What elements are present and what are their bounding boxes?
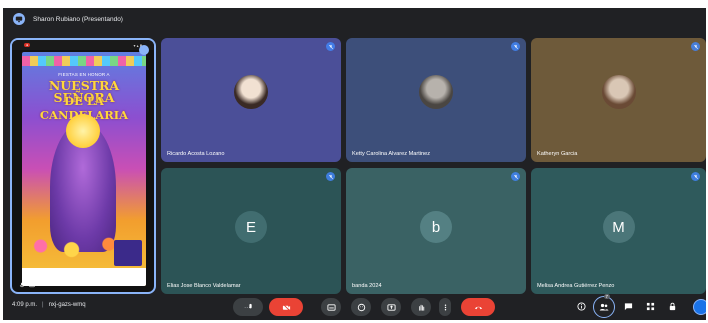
bottom-toolbar: 4:09 p.m. | nxj-gazs-wmq ⋯ 7: [3, 294, 706, 320]
clock: 4:09 p.m.: [12, 302, 38, 308]
presentation-tile[interactable]: ● ▾ ▴ ▮ FIESTAS EN HONOR A NUESTRA SEÑOR…: [10, 38, 156, 294]
lock-person-icon: [669, 302, 676, 311]
phone-status-bar: ● ▾ ▴ ▮: [12, 40, 154, 50]
chat-button[interactable]: [623, 301, 634, 312]
mic-muted-icon: [511, 172, 520, 181]
end-call-button[interactable]: [461, 298, 495, 316]
host-controls-button[interactable]: [667, 301, 678, 312]
poster-garland: [22, 56, 146, 66]
presenting-label: Sharon Rubiano (Presentando): [33, 15, 123, 23]
present-screen-icon: [29, 282, 35, 288]
participant-avatar: [601, 75, 636, 109]
account-avatar[interactable]: [693, 299, 706, 315]
poster-halo: [66, 114, 100, 148]
meeting-details-button[interactable]: [576, 301, 587, 312]
emoji-icon: [357, 303, 365, 311]
mic-icon: ⋯: [244, 303, 252, 311]
hand-icon: [418, 304, 424, 311]
more-vert-icon: [444, 304, 446, 310]
people-button[interactable]: [593, 296, 615, 318]
participant-avatar: E: [235, 211, 267, 243]
presenting-icon: [13, 13, 25, 25]
present-button[interactable]: [381, 298, 401, 316]
screen: Sharon Rubiano (Presentando) ● ▾ ▴ ▮ FIE…: [0, 0, 708, 323]
participant-tile[interactable]: Ricardo Acosta Lozano: [161, 38, 341, 162]
participant-tile[interactable]: Ketty Carolina Alvarez Martinez: [346, 38, 526, 162]
activities-button[interactable]: [645, 301, 656, 312]
captions-icon: [326, 303, 336, 311]
camera-off-icon: [282, 303, 290, 311]
more-options-button[interactable]: [439, 298, 451, 316]
presentation-options-icon[interactable]: [139, 45, 149, 55]
participant-name: Ricardo Acosta Lozano: [167, 151, 225, 157]
mic-muted-icon: [326, 172, 335, 181]
participant-avatar: M: [602, 211, 635, 243]
participant-tile[interactable]: b banda 2024: [346, 168, 526, 294]
phone-hangup-icon: [474, 306, 482, 309]
present-icon: [386, 303, 396, 311]
info-icon: [577, 302, 586, 311]
raise-hand-button[interactable]: [411, 298, 431, 316]
captions-button[interactable]: [321, 298, 341, 316]
participant-tile[interactable]: E Elias Jose Blanco Valdelamar: [161, 168, 341, 294]
info-separator: |: [42, 302, 44, 308]
participant-name: Melisa Andrea Gutiérrez Penzo: [537, 283, 615, 289]
mic-button[interactable]: ⋯: [233, 298, 263, 316]
meet-window: Sharon Rubiano (Presentando) ● ▾ ▴ ▮ FIE…: [3, 8, 706, 320]
participant-count-badge: 7: [604, 294, 610, 299]
presenter-label-row: Sharon Rubiano: [19, 282, 79, 288]
participant-name: banda 2024: [352, 283, 382, 289]
reactions-button[interactable]: [351, 298, 371, 316]
mic-icon: [19, 282, 25, 288]
mic-muted-icon: [691, 42, 700, 51]
participant-name: Elias Jose Blanco Valdelamar: [167, 283, 241, 289]
poster-line1: FIESTAS EN HONOR A: [58, 72, 110, 77]
poster-image: FIESTAS EN HONOR A NUESTRA SEÑORA DE LA …: [22, 52, 146, 286]
mic-muted-icon: [511, 42, 520, 51]
poster-logo-box: [114, 240, 142, 266]
people-icon: [599, 303, 609, 311]
participant-name: Katheryn Garcia: [537, 151, 578, 157]
presenting-bar: Sharon Rubiano (Presentando): [3, 8, 706, 30]
presenter-name: Sharon Rubiano: [39, 282, 80, 288]
meeting-info: 4:09 p.m. | nxj-gazs-wmq: [12, 302, 86, 308]
participant-tile[interactable]: M Melisa Andrea Gutiérrez Penzo: [531, 168, 706, 294]
chat-icon: [624, 303, 633, 311]
participant-avatar: b: [420, 211, 452, 243]
participant-avatar: [234, 75, 268, 109]
mic-muted-icon: [326, 42, 335, 51]
mic-muted-icon: [691, 172, 700, 181]
svg-text:⋯: ⋯: [244, 304, 250, 311]
participant-name: Ketty Carolina Alvarez Martinez: [352, 151, 431, 157]
meeting-code: nxj-gazs-wmq: [48, 302, 86, 308]
recording-indicator: ●: [24, 43, 31, 47]
participant-tile[interactable]: Katheryn Garcia: [531, 38, 706, 162]
participant-avatar: [419, 75, 453, 109]
camera-off-button[interactable]: [269, 298, 303, 316]
grid-icon: [646, 302, 655, 311]
